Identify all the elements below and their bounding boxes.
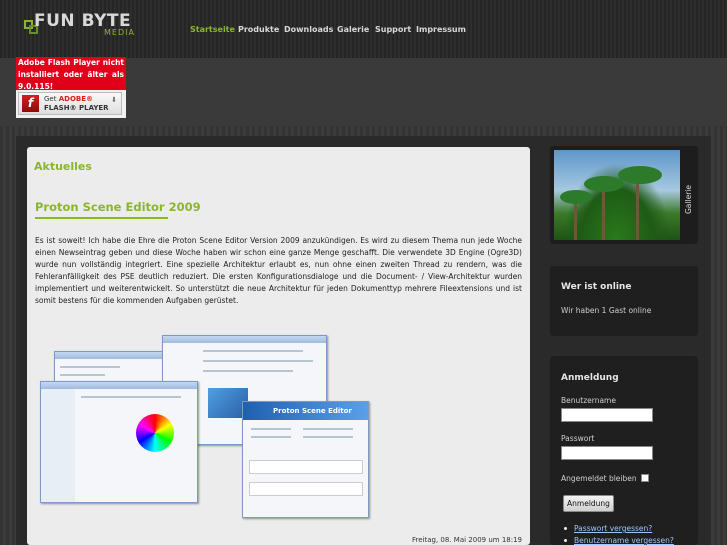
article-date: Freitag, 08. Mai 2009 um 18:19 [412, 536, 522, 544]
article-screenshot: Proton Scene Editor [40, 335, 369, 520]
forgot-username-link[interactable]: Benutzername vergessen? [574, 536, 674, 545]
remember-checkbox[interactable] [641, 474, 649, 482]
flash-get-label: Get ADOBE® [44, 95, 94, 103]
article-title[interactable]: Proton Scene Editor 2009 [35, 200, 201, 214]
bullet-icon [564, 527, 567, 530]
download-icon: ⬇ [111, 96, 117, 104]
logo[interactable]: FUN BYTE MEDIA [22, 11, 152, 40]
nav-impressum[interactable]: Impressum [416, 25, 466, 34]
username-label: Benutzername [561, 396, 616, 405]
gallery-image[interactable] [554, 150, 680, 240]
who-is-online-title: Wer ist online [561, 282, 632, 292]
password-input[interactable] [561, 446, 653, 460]
flash-icon: f [22, 95, 39, 112]
flash-notice: Adobe Flash Player nicht installiert ode… [16, 57, 126, 118]
who-is-online-text: Wir haben 1 Gast online [561, 306, 652, 315]
password-label: Passwort [561, 434, 595, 443]
article-body: Es ist soweit! Ich habe die Ehre die Pro… [35, 236, 522, 305]
get-flash-player-button[interactable]: f Get ADOBE® FLASH® PLAYER ⬇ [18, 92, 122, 115]
title-underline [35, 217, 168, 219]
gallery-widget[interactable]: Gallerie [550, 146, 698, 244]
login-title: Anmeldung [561, 373, 619, 383]
screenshot-window: Proton Scene Editor [242, 401, 369, 518]
nav-produkte[interactable]: Produkte [238, 25, 279, 34]
gallery-label: Gallerie [684, 185, 693, 214]
section-heading: Aktuelles [34, 160, 92, 173]
site-header: FUN BYTE MEDIA Startseite Produkte Downl… [0, 0, 727, 58]
login-button[interactable]: Anmeldung [563, 495, 614, 512]
forgot-password-link[interactable]: Passwort vergessen? [574, 524, 652, 533]
logo-sub: MEDIA [104, 28, 135, 37]
who-is-online-panel: Wer ist online Wir haben 1 Gast online [550, 266, 698, 336]
login-panel: Anmeldung Benutzername Passwort Angemeld… [550, 356, 698, 545]
nav-downloads[interactable]: Downloads [284, 25, 333, 34]
screenshot-window [40, 381, 198, 503]
remember-label: Angemeldet bleiben [561, 474, 637, 483]
flash-warning-text: Adobe Flash Player nicht installiert ode… [16, 57, 126, 91]
nav-startseite[interactable]: Startseite [190, 25, 235, 34]
flash-player-label: FLASH® PLAYER [44, 104, 109, 112]
username-input[interactable] [561, 408, 653, 422]
nav-galerie[interactable]: Galerie [337, 25, 369, 34]
nav-support[interactable]: Support [375, 25, 411, 34]
bullet-icon [564, 539, 567, 542]
